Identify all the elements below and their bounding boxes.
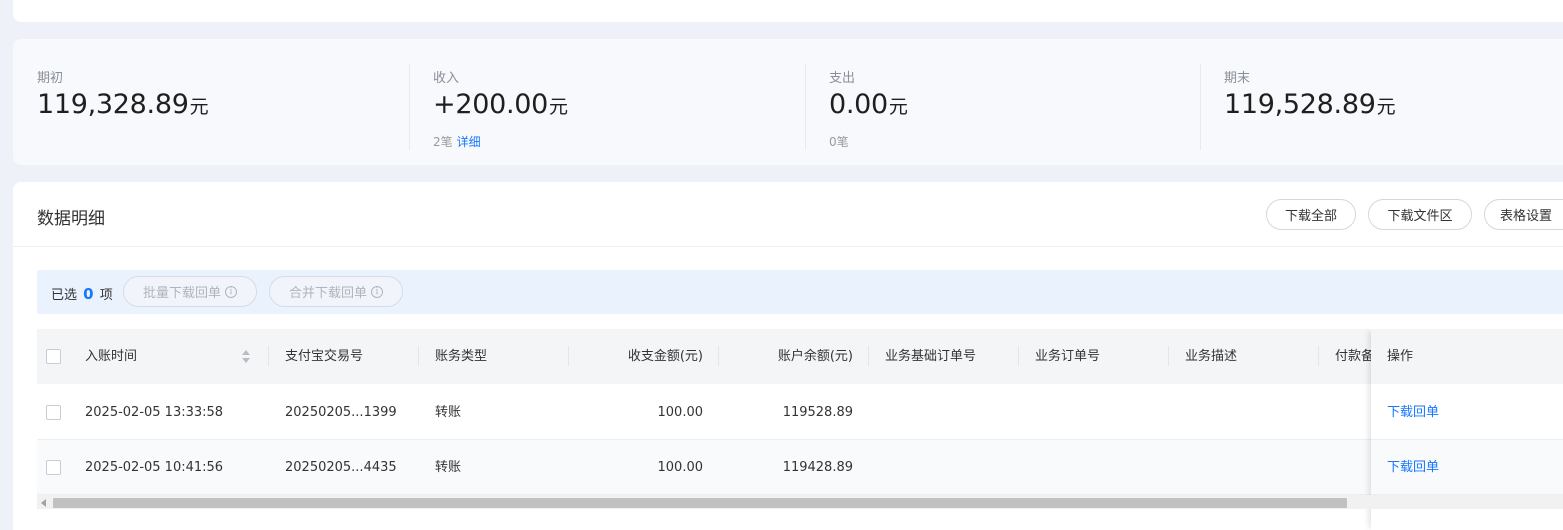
download-receipt-link[interactable]: 下载回单 — [1387, 440, 1439, 495]
stat-expense: 支出 0.00元 0笔 — [805, 39, 1201, 165]
stat-closing-value: 119,528.89元 — [1224, 89, 1396, 120]
detail-title: 数据明细 — [37, 209, 105, 229]
stat-expense-sub: 0笔 — [829, 133, 849, 150]
closing-amount: 119,528.89 — [1224, 89, 1376, 120]
header-base-order: 业务基础订单号 — [885, 349, 977, 364]
selection-prefix: 已选 — [51, 288, 78, 303]
download-receipt-link[interactable]: 下载回单 — [1387, 385, 1439, 440]
selection-count-text: 已选 0 项 — [51, 284, 113, 303]
income-count: 2笔 — [433, 135, 453, 149]
divider — [13, 246, 1563, 247]
scroll-thumb[interactable] — [53, 498, 1347, 508]
header-type: 账务类型 — [435, 349, 488, 364]
cell-amount: 100.00 — [657, 460, 704, 475]
column-divider — [268, 346, 269, 366]
opening-amount: 119,328.89 — [37, 89, 189, 120]
cell-time: 2025-02-05 10:41:56 — [85, 460, 224, 475]
stat-income-sub: 2笔 详细 — [433, 133, 481, 150]
info-icon: i — [371, 285, 383, 298]
header-desc: 业务描述 — [1185, 349, 1238, 364]
income-unit: 元 — [549, 96, 568, 118]
selection-bar: 已选 0 项 批量下载回单 i 合并下载回单 i — [37, 270, 1563, 314]
detail-card: 数据明细 下载全部 下载文件区 表格设置 已选 0 项 批量下载回单 i 合并下载… — [13, 182, 1563, 530]
cell-balance: 119528.89 — [782, 405, 853, 420]
download-all-button[interactable]: 下载全部 — [1266, 199, 1356, 230]
header-time: 入账时间 — [85, 349, 138, 364]
header-payer: 付款备 — [1335, 349, 1371, 364]
info-icon: i — [225, 285, 237, 298]
stat-closing: 期末 119,528.89元 — [1200, 39, 1563, 165]
selection-count: 0 — [83, 285, 94, 303]
stat-income: 收入 +200.00元 2笔 详细 — [409, 39, 805, 165]
cell-trade-no: 20250205...4435 — [285, 460, 397, 475]
stat-opening-label: 期初 — [37, 71, 64, 86]
merge-download-button[interactable]: 合并下载回单 i — [269, 276, 403, 307]
scroll-left-arrow-icon[interactable] — [41, 499, 46, 507]
stat-opening-value: 119,328.89元 — [37, 89, 209, 120]
download-files-button[interactable]: 下载文件区 — [1368, 199, 1472, 230]
sort-icon[interactable] — [242, 350, 250, 364]
header-amount: 收支金额(元) — [627, 349, 703, 364]
cell-type: 转账 — [435, 405, 462, 420]
header-order: 业务订单号 — [1035, 349, 1101, 364]
expense-amount: 0.00 — [829, 89, 888, 120]
batch-download-button[interactable]: 批量下载回单 i — [123, 276, 257, 307]
top-card — [13, 0, 1563, 22]
summary-card: 期初 119,328.89元 收入 +200.00元 2笔 详细 支出 0.00元… — [13, 39, 1563, 165]
horizontal-scrollbar[interactable] — [37, 495, 1563, 509]
expense-unit: 元 — [888, 96, 908, 118]
row-checkbox[interactable] — [46, 460, 61, 475]
stat-income-label: 收入 — [433, 71, 460, 86]
select-all-checkbox[interactable] — [46, 349, 61, 364]
selection-suffix: 项 — [99, 288, 113, 303]
expense-count: 0笔 — [829, 135, 849, 149]
header-action-cell: 操作 — [1371, 329, 1563, 384]
stat-expense-label: 支出 — [829, 71, 856, 86]
stat-expense-value: 0.00元 — [829, 89, 908, 120]
cell-balance: 119428.89 — [782, 460, 853, 475]
action-cell: 下载回单 — [1371, 440, 1563, 495]
column-divider — [868, 346, 869, 366]
closing-unit: 元 — [1376, 96, 1396, 118]
column-divider — [418, 346, 419, 366]
table-row: 2025-02-05 10:41:56 20250205...4435 转账 1… — [37, 440, 1563, 495]
column-divider — [1018, 346, 1019, 366]
merge-download-label: 合并下载回单 — [288, 286, 367, 301]
table-settings-button[interactable]: 表格设置 — [1484, 199, 1563, 230]
batch-download-label: 批量下载回单 — [142, 286, 221, 301]
column-divider — [1168, 346, 1169, 366]
row-checkbox[interactable] — [46, 405, 61, 420]
header-action: 操作 — [1387, 349, 1414, 364]
stat-opening: 期初 119,328.89元 — [13, 39, 409, 165]
income-amount: +200.00 — [433, 89, 548, 120]
opening-unit: 元 — [189, 96, 209, 118]
cell-trade-no: 20250205...1399 — [285, 405, 397, 420]
stat-closing-label: 期末 — [1224, 71, 1251, 86]
cell-type: 转账 — [435, 460, 462, 475]
transactions-table: 入账时间 支付宝交易号 账务类型 收支金额(元) 账户余额(元) 业务基础订单号… — [37, 329, 1563, 530]
table-row: 2025-02-05 13:33:58 20250205...1399 转账 1… — [37, 385, 1563, 440]
cell-amount: 100.00 — [657, 405, 704, 420]
cell-time: 2025-02-05 13:33:58 — [85, 405, 224, 420]
table-header: 入账时间 支付宝交易号 账务类型 收支金额(元) 账户余额(元) 业务基础订单号… — [37, 329, 1563, 384]
column-divider — [1318, 346, 1319, 366]
header-trade-no: 支付宝交易号 — [285, 349, 364, 364]
action-cell: 下载回单 — [1371, 385, 1563, 440]
income-detail-link[interactable]: 详细 — [457, 135, 481, 149]
stat-income-value: +200.00元 — [433, 89, 568, 120]
header-balance: 账户余额(元) — [777, 349, 853, 364]
